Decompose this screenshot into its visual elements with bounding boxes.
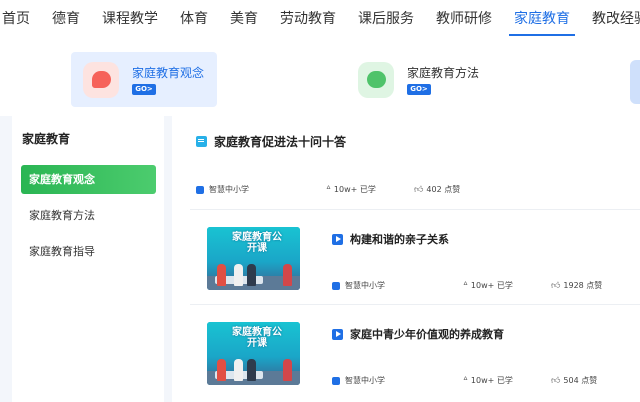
list-item[interactable]: 家庭教育促进法十问十答 智慧中小学 ᐞ 10w+ 已学 👍︎ 402 点赞: [190, 116, 640, 210]
learned-count: ᐞ 10w+ 已学: [463, 280, 513, 291]
sidebar-item-concept[interactable]: 家庭教育观念: [21, 165, 156, 194]
thumbnail-title: 家庭教育公开课: [232, 232, 282, 254]
nav-item-home[interactable]: 首页: [0, 0, 41, 38]
people-icon: ᐞ: [463, 280, 468, 291]
content-list: 家庭教育促进法十问十答 智慧中小学 ᐞ 10w+ 已学 👍︎ 402 点赞 家庭教育…: [172, 116, 640, 402]
thumbnail-title: 家庭教育公开课: [232, 327, 282, 349]
video-thumbnail[interactable]: 家庭教育公开课: [207, 227, 300, 290]
nav-item-moral[interactable]: 德育: [41, 0, 91, 38]
item-title[interactable]: 家庭中青少年价值观的养成教育: [350, 326, 504, 342]
nav-item-curriculum[interactable]: 课程教学: [91, 0, 169, 38]
item-title[interactable]: 构建和谐的亲子关系: [350, 231, 449, 247]
top-nav: 首页 德育 课程教学 体育 美育 劳动教育 课后服务 教师研修 家庭教育 教改经…: [0, 0, 640, 38]
play-icon: [332, 233, 343, 245]
list-item[interactable]: 家庭教育公开课 构建和谐的亲子关系 智慧中小学 ᐞ 10w+ 已学 👍︎ 1928 …: [190, 210, 640, 305]
thumbs-up-icon: 👍︎: [551, 375, 561, 386]
source: 智慧中小学: [332, 375, 463, 386]
thumbs-up-icon: 👍︎: [551, 280, 561, 291]
learned-count: ᐞ 10w+ 已学: [326, 184, 376, 195]
category-card-method[interactable]: 家庭教育方法 GO>: [350, 52, 550, 107]
learned-count: ᐞ 10w+ 已学: [463, 375, 513, 386]
category-card-concept[interactable]: 家庭教育观念 GO>: [71, 52, 217, 107]
item-title-row[interactable]: 家庭中青少年价值观的养成教育: [332, 326, 504, 342]
nav-item-art[interactable]: 美育: [219, 0, 269, 38]
list-item[interactable]: 家庭教育公开课 家庭中青少年价值观的养成教育 智慧中小学 ᐞ 10w+ 已学 👍︎…: [190, 305, 640, 400]
nav-item-family-education[interactable]: 家庭教育: [503, 0, 581, 38]
nav-item-reform[interactable]: 教改经验: [581, 0, 640, 38]
school-icon: [332, 376, 340, 385]
family-heart-icon: [358, 61, 394, 98]
like-count: 👍︎ 402 点赞: [414, 184, 461, 195]
school-icon: [332, 281, 340, 290]
like-count: 👍︎ 504 点赞: [551, 375, 598, 386]
category-bar: 家庭教育观念 GO> 家庭教育方法 GO>: [0, 38, 640, 116]
item-title-row[interactable]: 家庭教育促进法十问十答: [196, 133, 346, 150]
source: 智慧中小学: [196, 184, 326, 195]
item-title-row[interactable]: 构建和谐的亲子关系: [332, 231, 449, 247]
nav-item-teacher-training[interactable]: 教师研修: [425, 0, 503, 38]
next-category-card[interactable]: [630, 60, 640, 104]
sidebar-title: 家庭教育: [22, 132, 71, 146]
nav-item-labor[interactable]: 劳动教育: [269, 0, 347, 38]
source: 智慧中小学: [332, 280, 463, 291]
item-meta: 智慧中小学 ᐞ 10w+ 已学 👍︎ 1928 点赞: [332, 280, 602, 291]
nav-item-afterschool[interactable]: 课后服务: [347, 0, 425, 38]
sidebar-item-guidance[interactable]: 家庭教育指导: [21, 237, 156, 266]
people-icon: ᐞ: [463, 375, 468, 386]
go-button[interactable]: GO>: [407, 83, 431, 95]
item-title[interactable]: 家庭教育促进法十问十答: [214, 133, 346, 150]
school-icon: [196, 185, 204, 194]
sidebar-item-method[interactable]: 家庭教育方法: [21, 201, 156, 230]
category-label: 家庭教育方法: [407, 65, 480, 80]
category-label: 家庭教育观念: [132, 65, 205, 80]
play-icon: [332, 328, 343, 340]
like-count: 👍︎ 1928 点赞: [551, 280, 603, 291]
video-thumbnail[interactable]: 家庭教育公开课: [207, 322, 300, 385]
go-button[interactable]: GO>: [132, 83, 156, 95]
nav-item-pe[interactable]: 体育: [169, 0, 219, 38]
people-icon: ᐞ: [326, 184, 331, 195]
sidebar: 家庭教育 家庭教育观念 家庭教育方法 家庭教育指导: [12, 116, 164, 402]
chat-heart-icon: [83, 61, 119, 98]
thumbs-up-icon: 👍︎: [414, 184, 424, 195]
document-icon: [196, 136, 207, 147]
item-meta: 智慧中小学 ᐞ 10w+ 已学 👍︎ 402 点赞: [196, 184, 460, 195]
item-meta: 智慧中小学 ᐞ 10w+ 已学 👍︎ 504 点赞: [332, 375, 597, 386]
